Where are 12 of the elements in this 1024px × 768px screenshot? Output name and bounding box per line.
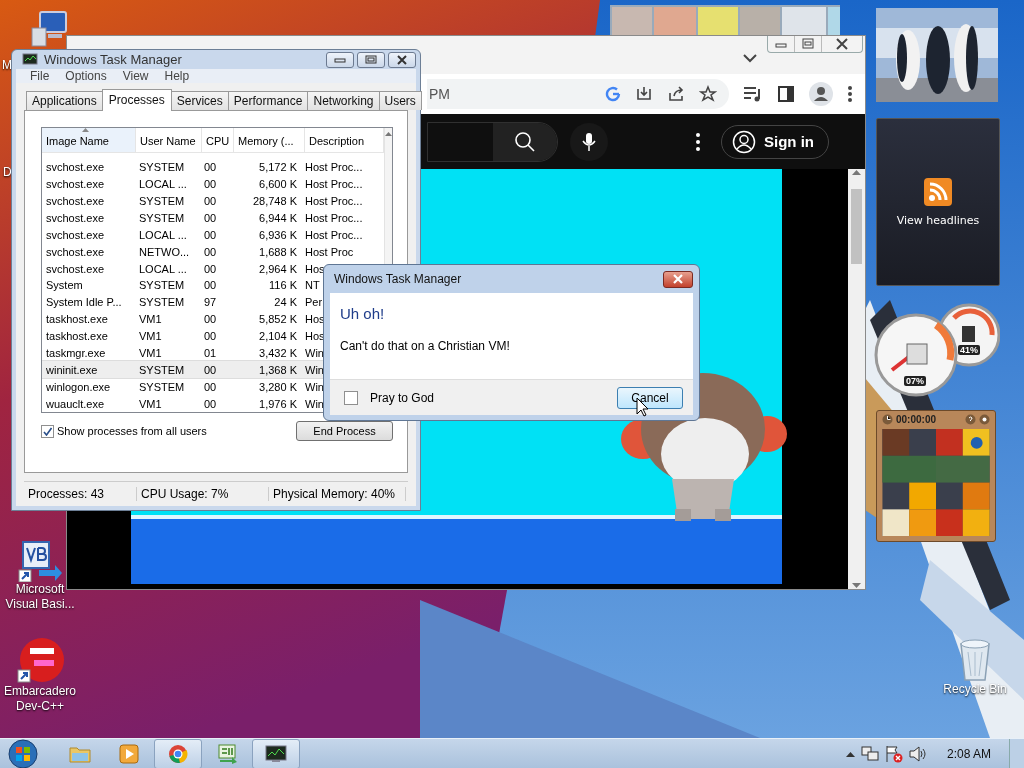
network-icon[interactable] <box>860 746 879 762</box>
taskbar-button[interactable] <box>252 739 300 768</box>
flag-icon[interactable] <box>884 745 903 763</box>
caret-up-icon[interactable] <box>845 751 855 757</box>
clock[interactable]: 2:08 AM <box>946 747 991 761</box>
folder-icon <box>69 745 91 763</box>
start-button[interactable] <box>8 739 38 768</box>
csharp-project-icon <box>216 744 238 764</box>
chrome-icon <box>168 744 188 764</box>
media-player-icon <box>119 744 139 764</box>
task-manager-icon <box>265 745 287 763</box>
speaker-icon[interactable] <box>908 746 927 762</box>
